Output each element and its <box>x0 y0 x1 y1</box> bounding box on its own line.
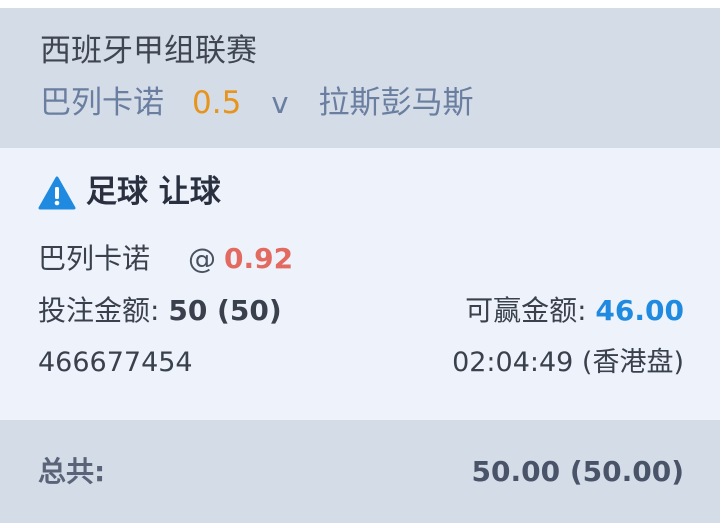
handicap-value: 0.5 <box>192 85 242 121</box>
stake-value: 50 (50) <box>168 294 282 327</box>
odds-value: 0.92 <box>224 242 294 275</box>
ticket-id: 466677454 <box>38 347 193 378</box>
bet-type-title: 足球 让球 <box>86 174 221 210</box>
stake-label: 投注金额: <box>38 294 160 327</box>
stake-row: 投注金额: 50 (50) <box>38 294 282 328</box>
away-team: 拉斯彭马斯 <box>318 85 474 121</box>
bet-time: 02:04:49 (香港盘) <box>452 347 684 378</box>
win-value: 46.00 <box>595 294 684 327</box>
home-team: 巴列卡诺 <box>40 85 164 121</box>
league-name: 西班牙甲组联赛 <box>40 33 257 69</box>
win-row: 可赢金额: 46.00 <box>465 294 684 328</box>
match-header <box>0 8 720 148</box>
match-line: 巴列卡诺 0.5 v 拉斯彭马斯 <box>40 88 473 119</box>
total-label: 总共: <box>38 455 106 488</box>
warning-icon <box>38 176 76 210</box>
selection-team: 巴列卡诺 <box>38 242 151 275</box>
win-label: 可赢金额: <box>465 294 587 327</box>
versus-label: v <box>271 86 289 120</box>
at-symbol: @ <box>188 242 216 275</box>
total-value: 50.00 (50.00) <box>471 455 684 488</box>
